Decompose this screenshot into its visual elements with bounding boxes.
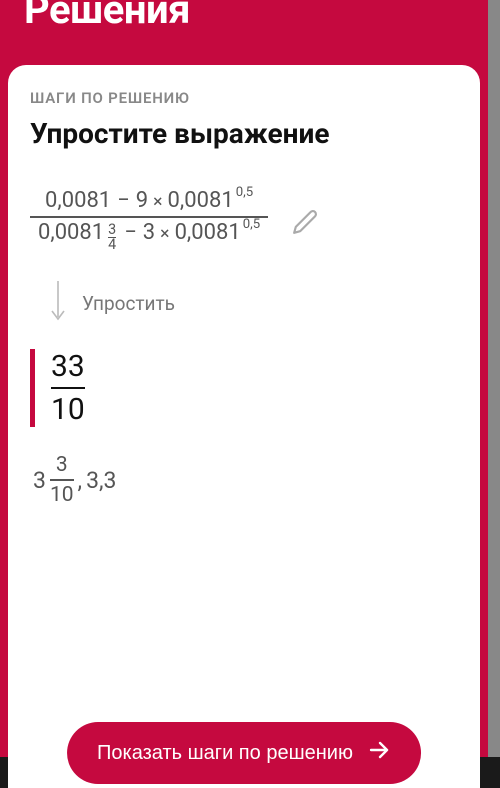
step-label: Упростить — [82, 292, 175, 315]
term: 3 — [143, 222, 155, 244]
result-bar — [51, 387, 85, 389]
result: 33 10 — [30, 349, 458, 427]
input-expression[interactable]: 0,0081 − 9 × 0,0081 0,5 0,0081 3 4 — [30, 186, 268, 261]
cta-label: Показать шаги по решению — [97, 742, 353, 765]
mixed-den: 10 — [50, 483, 74, 507]
minus-op: − — [124, 222, 137, 244]
scrollbar[interactable] — [488, 0, 500, 757]
arrow-right-icon — [367, 738, 391, 768]
main-fraction: 0,0081 − 9 × 0,0081 0,5 0,0081 3 4 — [30, 186, 268, 261]
solution-card: ШАГИ ПО РЕШЕНИЮ Упростите выражение 0,00… — [8, 65, 480, 788]
mul-op: × — [160, 226, 169, 244]
term: 0,0081 — [45, 190, 111, 212]
alternate-forms: 3 3 10 , 3,3 — [33, 453, 458, 507]
exponent: 0,5 — [236, 186, 253, 199]
arrow-down-icon — [48, 279, 68, 327]
exponent-fraction: 3 4 — [108, 223, 116, 253]
mixed-int: 3 — [33, 467, 46, 494]
steps-label: ШАГИ ПО РЕШЕНИЮ — [30, 89, 458, 107]
pencil-icon[interactable] — [292, 209, 318, 239]
term: 9 — [136, 190, 148, 212]
denominator: 0,0081 3 4 − 3 × 0,0081 0,5 — [30, 218, 268, 262]
term: 0,0081 — [175, 222, 241, 244]
result-fraction: 33 10 — [51, 349, 85, 427]
expression-row: 0,0081 − 9 × 0,0081 0,5 0,0081 3 4 — [30, 186, 458, 261]
card-title: Упростите выражение — [30, 117, 458, 150]
mixed-num: 3 — [56, 453, 68, 477]
result-den: 10 — [51, 392, 85, 427]
term: 0,0081 — [168, 190, 234, 212]
decimal-form: 3,3 — [86, 467, 116, 494]
exp-den: 4 — [108, 238, 116, 252]
page-title: Решения — [0, 0, 488, 51]
mixed-number: 3 3 10 — [33, 453, 74, 507]
numerator: 0,0081 − 9 × 0,0081 0,5 — [37, 186, 261, 216]
separator: , — [78, 467, 83, 494]
exponent: 0,5 — [243, 218, 260, 231]
mul-op: × — [153, 194, 162, 212]
term: 0,0081 — [38, 222, 104, 244]
mixed-fraction: 3 10 — [50, 453, 74, 507]
mixed-bar — [50, 479, 74, 481]
step-indicator: Упростить — [48, 279, 458, 327]
result-num: 33 — [51, 349, 85, 384]
exp-num: 3 — [108, 223, 116, 237]
show-steps-button[interactable]: Показать шаги по решению — [67, 722, 421, 784]
minus-op: − — [117, 190, 130, 212]
app-container: Решения ШАГИ ПО РЕШЕНИЮ Упростите выраже… — [0, 0, 488, 757]
